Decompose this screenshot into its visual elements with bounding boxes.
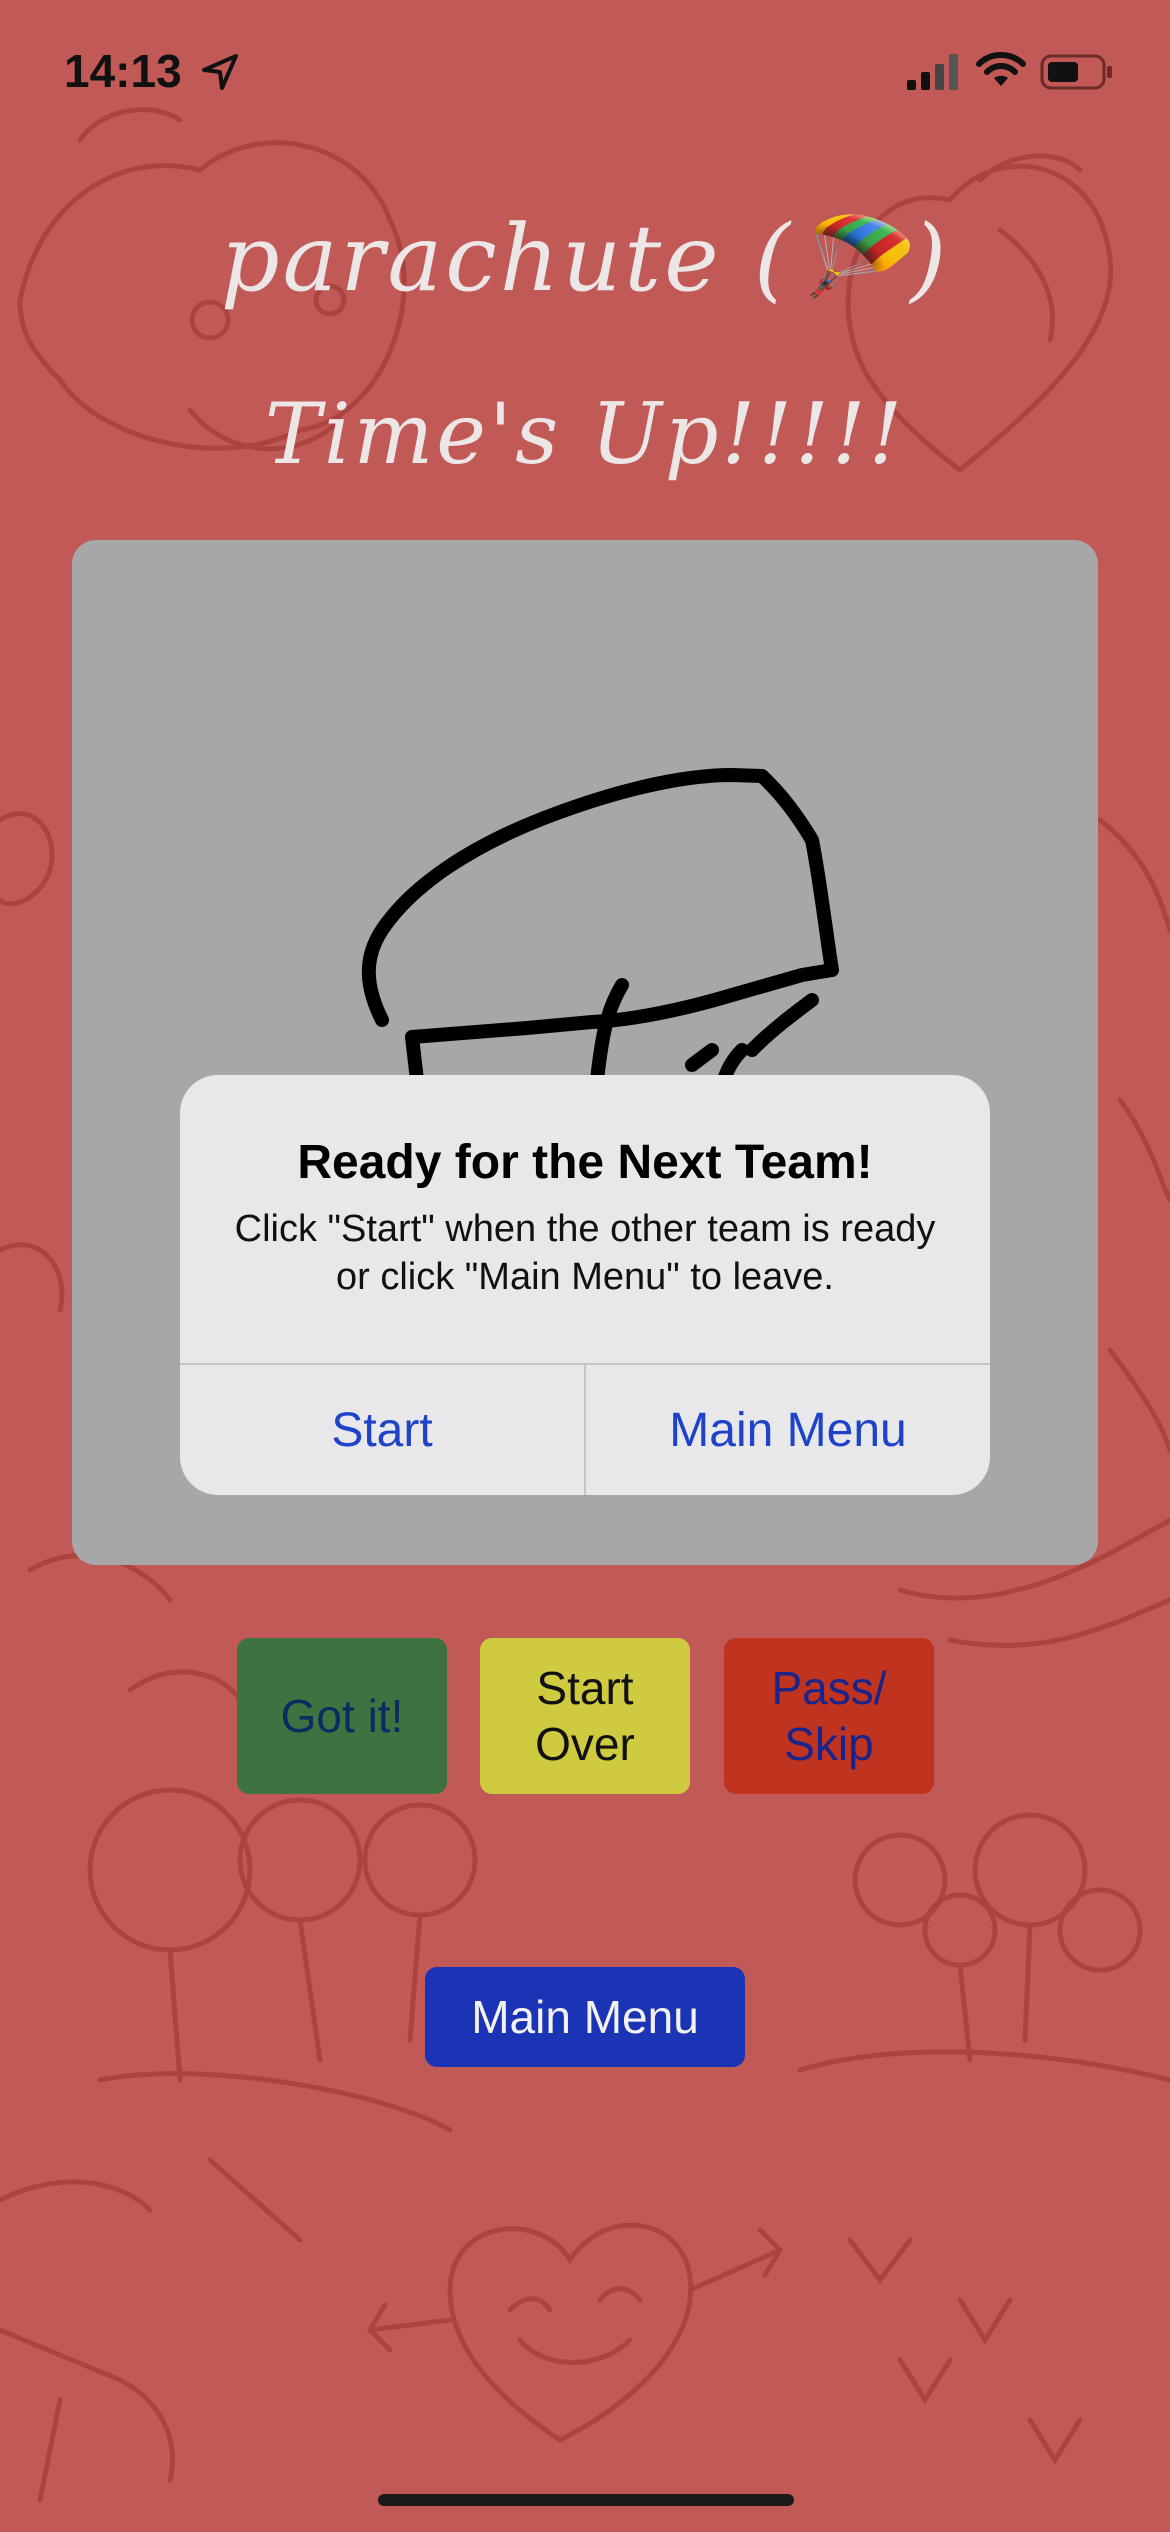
wifi-icon — [976, 52, 1026, 86]
got-it-button[interactable]: Got it! — [237, 1638, 447, 1794]
alert-main-menu-button[interactable]: Main Menu — [586, 1365, 990, 1495]
start-over-label: Start Over — [535, 1662, 635, 1770]
battery-icon — [1040, 54, 1112, 90]
times-up-heading: Time's Up!!!!! — [264, 385, 906, 483]
status-bar: 14:13 — [0, 0, 1170, 150]
pass-skip-label: Pass/ Skip — [771, 1662, 887, 1770]
status-time: 14:13 — [64, 45, 182, 97]
home-indicator — [378, 2494, 794, 2506]
next-team-alert: Ready for the Next Team! Click "Start" w… — [180, 1075, 990, 1495]
app-title: parachute (🪂) — [220, 205, 950, 312]
cellular-signal-icon — [907, 54, 958, 90]
main-menu-button[interactable]: Main Menu — [425, 1967, 745, 2067]
alert-start-button[interactable]: Start — [180, 1365, 584, 1495]
alert-title: Ready for the Next Team! — [297, 1136, 873, 1189]
start-over-button[interactable]: Start Over — [480, 1638, 690, 1794]
alert-message: Click "Start" when the other team is rea… — [234, 1208, 936, 1298]
location-arrow-icon — [202, 54, 238, 90]
pass-skip-button[interactable]: Pass/ Skip — [724, 1638, 934, 1794]
